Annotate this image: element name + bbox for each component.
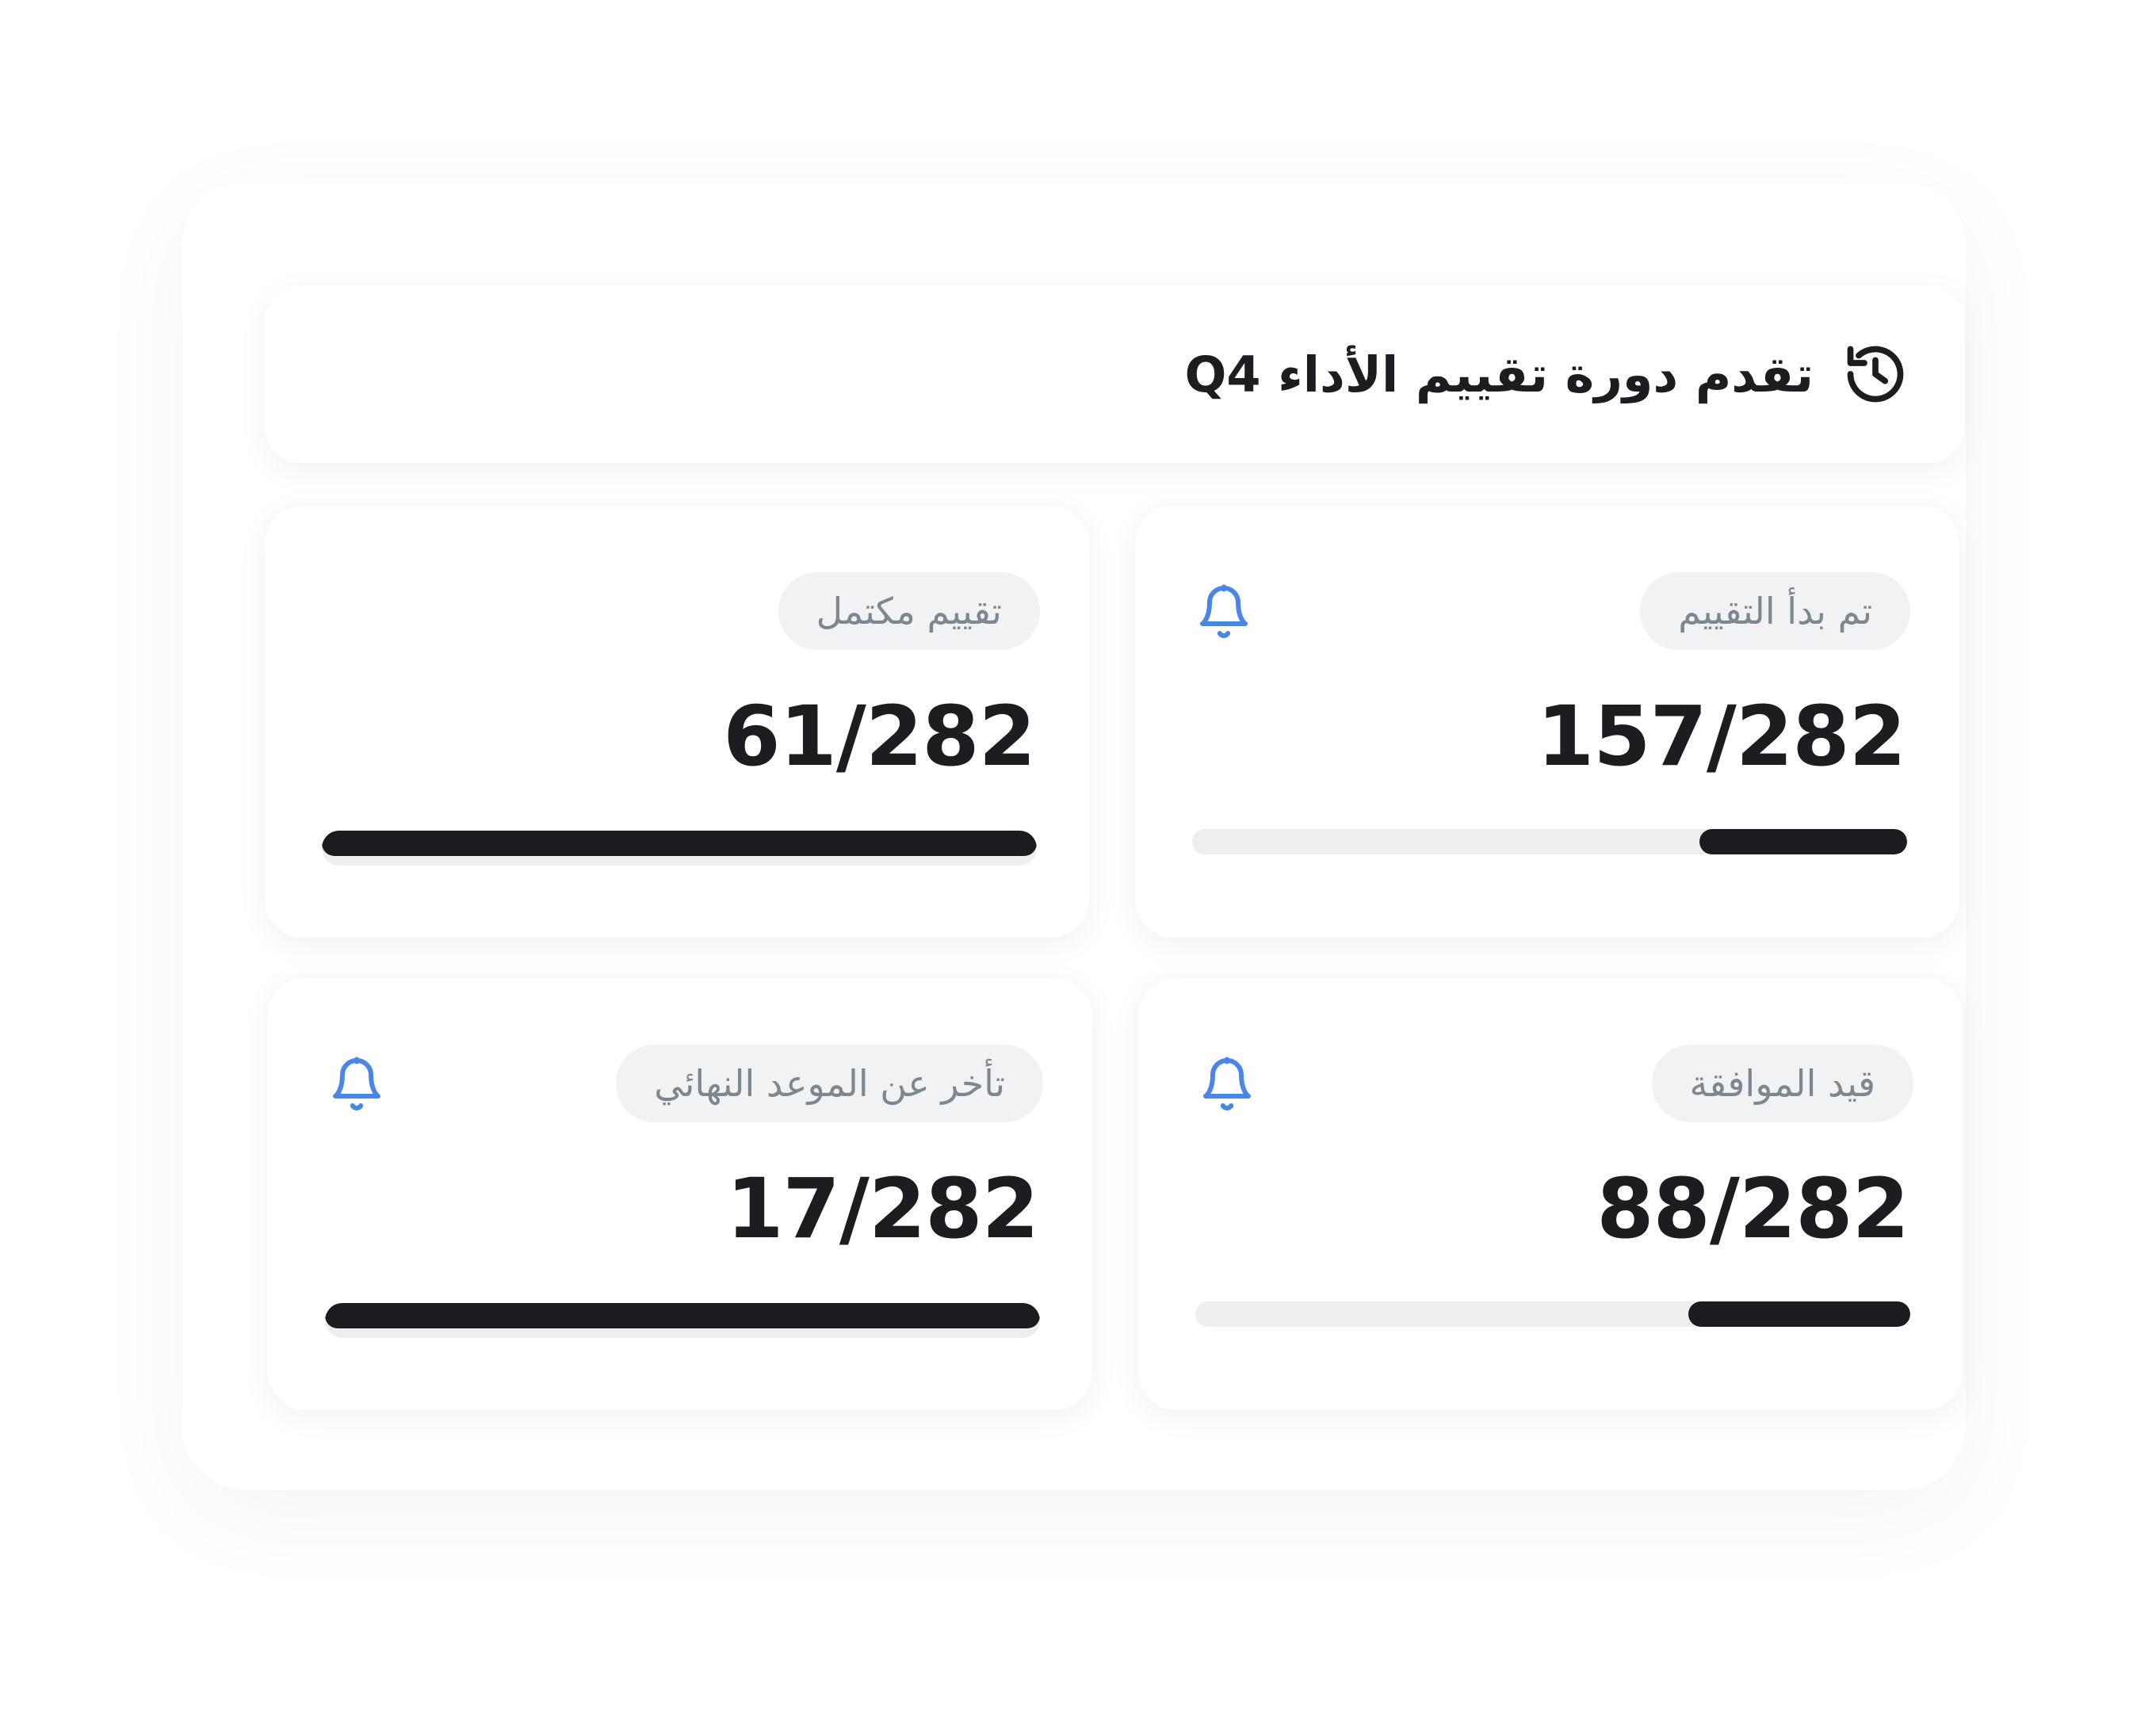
card-evaluation-started[interactable]: تم بدأ التقييم 157/282 (1135, 506, 1959, 938)
card-overdue[interactable]: تأخر عن الموعد النهائي 17/282 (268, 978, 1092, 1410)
progress-track (325, 1303, 1040, 1338)
card-pending-approval[interactable]: قيد الموافقة 88/282 (1138, 978, 1963, 1410)
progress-fill (1688, 1301, 1910, 1327)
status-badge: قيد الموافقة (1651, 1045, 1913, 1122)
cycle-progress-header: تقدم دورة تقييم الأداء Q4 (265, 285, 1964, 463)
page-title: تقدم دورة تقييم الأداء Q4 (1184, 345, 1814, 403)
progress-fill (325, 1303, 1040, 1328)
progress-track (322, 831, 1037, 866)
history-icon[interactable] (1842, 341, 1909, 407)
count-value: 157/282 (1536, 688, 1906, 785)
progress-track (1192, 829, 1907, 854)
card-evaluation-completed[interactable]: تقييم مكتمل 61/282 (265, 506, 1089, 938)
bell-icon[interactable] (1195, 582, 1252, 642)
progress-fill (1699, 829, 1907, 854)
progress-track (1195, 1301, 1910, 1327)
progress-fill (322, 831, 1037, 856)
bell-icon[interactable] (328, 1054, 385, 1114)
count-value: 61/282 (723, 688, 1036, 785)
status-badge: تأخر عن الموعد النهائي (616, 1045, 1043, 1122)
count-value: 17/282 (726, 1160, 1039, 1257)
status-badge: تم بدأ التقييم (1640, 572, 1910, 650)
bell-icon[interactable] (1198, 1054, 1256, 1114)
count-value: 88/282 (1596, 1160, 1909, 1257)
status-badge: تقييم مكتمل (778, 572, 1040, 650)
